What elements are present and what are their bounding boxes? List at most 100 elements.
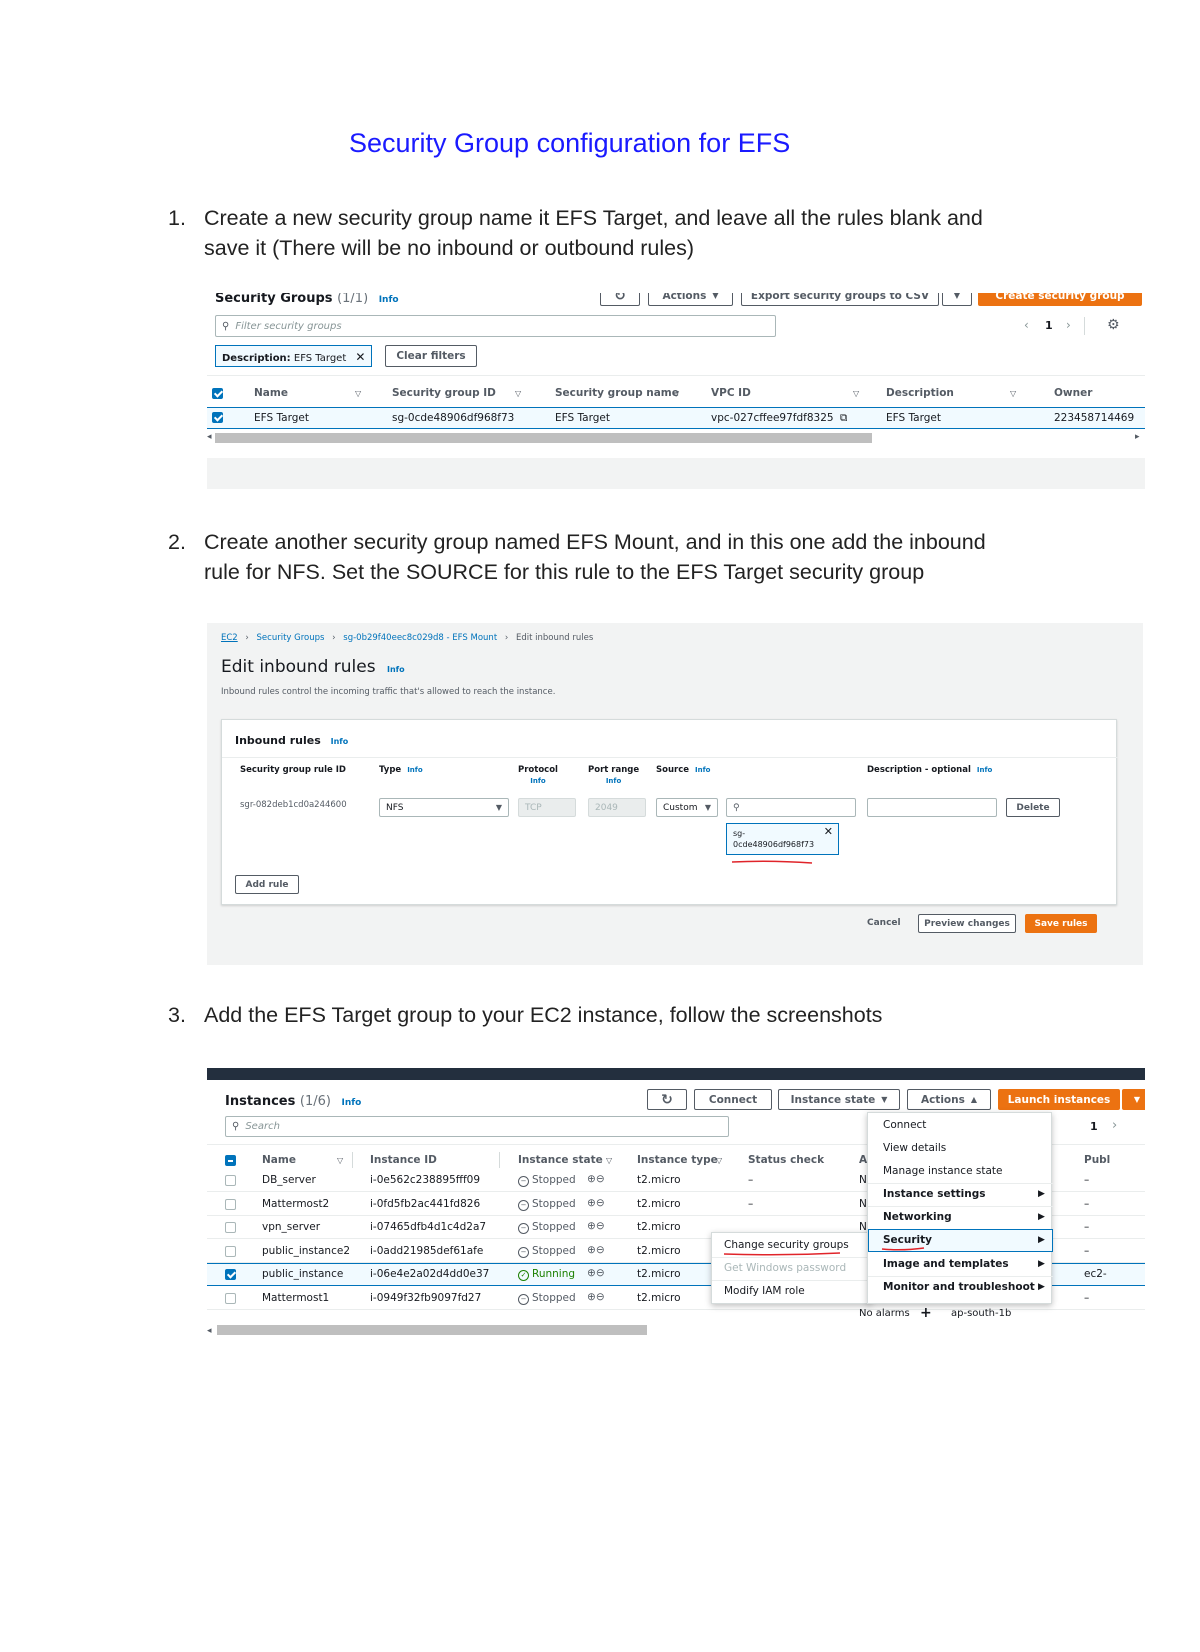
col-header-owner[interactable]: Owner bbox=[1054, 387, 1092, 399]
instance-state-button[interactable]: Instance state ▼ bbox=[778, 1089, 900, 1110]
row-checkbox[interactable] bbox=[225, 1222, 236, 1233]
zoom-in-icon[interactable]: ⊕ bbox=[587, 1291, 596, 1303]
menu-item-view-details[interactable]: View details bbox=[883, 1142, 946, 1154]
preview-changes-button[interactable]: Preview changes bbox=[918, 914, 1016, 933]
row-checkbox[interactable] bbox=[225, 1246, 236, 1257]
col-header-sg-id[interactable]: Security group ID bbox=[392, 387, 496, 399]
row-checkbox[interactable] bbox=[225, 1199, 236, 1210]
col-header-instance-id[interactable]: Instance ID bbox=[370, 1154, 437, 1166]
cell-sg-id-link[interactable]: sg-0cde48906df968f73 bbox=[392, 412, 514, 424]
scroll-left-icon[interactable]: ◂ bbox=[207, 432, 212, 442]
select-all-checkbox[interactable] bbox=[225, 1155, 236, 1166]
row-checkbox[interactable] bbox=[225, 1269, 236, 1280]
col-header-name[interactable]: Name bbox=[262, 1154, 296, 1166]
zoom-in-icon[interactable]: ⊕ bbox=[587, 1197, 596, 1209]
menu-item-manage-instance-state[interactable]: Manage instance state bbox=[883, 1165, 1002, 1177]
export-dropdown-button[interactable]: ▼ bbox=[942, 293, 972, 306]
zoom-out-icon[interactable]: ⊖ bbox=[596, 1197, 605, 1209]
zoom-out-icon[interactable]: ⊖ bbox=[596, 1267, 605, 1279]
sort-icon[interactable]: ▽ bbox=[606, 1156, 612, 1165]
zoom-icons[interactable]: ⊕⊖ bbox=[587, 1197, 605, 1209]
settings-gear-icon[interactable]: ⚙ bbox=[1107, 317, 1120, 333]
actions-button[interactable]: Actions ▲ bbox=[907, 1089, 991, 1110]
export-csv-button[interactable]: Export security groups to CSV bbox=[741, 293, 939, 306]
menu-item-modify-iam-role[interactable]: Modify IAM role bbox=[724, 1285, 805, 1297]
menu-item-image-and-templates[interactable]: Image and templates bbox=[883, 1258, 1009, 1270]
zoom-icons[interactable]: ⊕⊖ bbox=[587, 1220, 605, 1232]
cell-vpc-id-link[interactable]: vpc-027cffee97fdf8325 ⧉ bbox=[711, 412, 847, 425]
info-link[interactable]: Info bbox=[341, 1098, 361, 1108]
remove-filter-icon[interactable]: ✕ bbox=[355, 350, 365, 364]
zoom-in-icon[interactable]: ⊕ bbox=[587, 1244, 596, 1256]
info-link[interactable]: Info bbox=[977, 766, 992, 774]
col-header-sg-name[interactable]: Security group name bbox=[555, 387, 679, 399]
sort-icon[interactable]: ▽ bbox=[853, 389, 859, 398]
cell-instance-id-link[interactable]: i-0949f32fb9097fd27 bbox=[370, 1292, 481, 1304]
refresh-button[interactable]: ↻ bbox=[600, 293, 640, 306]
cancel-link[interactable]: Cancel bbox=[867, 918, 901, 928]
cell-instance-id-link[interactable]: i-0fd5fb2ac441fd826 bbox=[370, 1198, 480, 1210]
zoom-out-icon[interactable]: ⊖ bbox=[596, 1220, 605, 1232]
zoom-out-icon[interactable]: ⊖ bbox=[596, 1173, 605, 1185]
prev-page-icon[interactable]: ‹ bbox=[1024, 318, 1029, 332]
breadcrumb-sg[interactable]: sg-0b29f40eec8c029d8 - EFS Mount bbox=[343, 633, 497, 643]
save-rules-button[interactable]: Save rules bbox=[1025, 914, 1097, 933]
zoom-in-icon[interactable]: ⊕ bbox=[587, 1267, 596, 1279]
menu-item-security[interactable]: Security bbox=[883, 1234, 932, 1246]
col-header-instance-type[interactable]: Instance type bbox=[637, 1154, 718, 1166]
zoom-icons[interactable]: ⊕⊖ bbox=[587, 1244, 605, 1256]
cell-instance-id-link[interactable]: i-06e4e2a02d4dd0e37 bbox=[370, 1268, 489, 1280]
delete-rule-button[interactable]: Delete bbox=[1006, 798, 1060, 817]
zoom-icons[interactable]: ⊕⊖ bbox=[587, 1291, 605, 1303]
zoom-icons[interactable]: ⊕⊖ bbox=[587, 1267, 605, 1279]
clear-filters-button[interactable]: Clear filters bbox=[385, 345, 477, 367]
cell-instance-id-link[interactable]: i-0add21985def61afe bbox=[370, 1245, 483, 1257]
info-link[interactable]: Info bbox=[695, 766, 710, 774]
info-link[interactable]: Info bbox=[518, 777, 558, 785]
info-link[interactable]: Info bbox=[407, 766, 422, 774]
info-link[interactable]: Info bbox=[331, 737, 349, 746]
sort-icon[interactable]: ▽ bbox=[673, 389, 679, 398]
breadcrumb-security-groups[interactable]: Security Groups bbox=[257, 633, 325, 643]
next-page-icon[interactable]: › bbox=[1112, 1118, 1117, 1133]
menu-item-connect[interactable]: Connect bbox=[883, 1119, 926, 1131]
sort-icon[interactable]: ▽ bbox=[716, 1156, 722, 1165]
description-input[interactable] bbox=[867, 798, 997, 817]
source-type-select[interactable]: Custom ▼ bbox=[656, 798, 718, 817]
page-number[interactable]: 1 bbox=[1045, 319, 1053, 332]
menu-item-change-security-groups[interactable]: Change security groups bbox=[724, 1239, 849, 1251]
breadcrumb-ec2[interactable]: EC2 bbox=[221, 633, 238, 643]
menu-item-monitor-and-troubleshoot[interactable]: Monitor and troubleshoot bbox=[883, 1281, 1035, 1293]
launch-dropdown-button[interactable]: ▼ bbox=[1122, 1089, 1145, 1110]
menu-item-networking[interactable]: Networking bbox=[883, 1211, 952, 1223]
col-header-description[interactable]: Description bbox=[886, 387, 954, 399]
col-header-vpc-id[interactable]: VPC ID bbox=[711, 387, 751, 399]
actions-button[interactable]: Actions ▼ bbox=[648, 293, 733, 306]
zoom-in-icon[interactable]: ⊕ bbox=[587, 1173, 596, 1185]
table-row[interactable] bbox=[207, 407, 1145, 429]
row-checkbox[interactable] bbox=[212, 412, 223, 423]
sort-icon[interactable]: ▽ bbox=[355, 389, 361, 398]
zoom-icons[interactable]: ⊕⊖ bbox=[587, 1173, 605, 1185]
cell-instance-id-link[interactable]: i-07465dfb4d1c4d2a7 bbox=[370, 1221, 486, 1233]
source-search-input[interactable]: ⚲ bbox=[726, 798, 856, 817]
type-select[interactable]: NFS ▼ bbox=[379, 798, 509, 817]
menu-item-instance-settings[interactable]: Instance settings bbox=[883, 1188, 985, 1200]
col-header-public[interactable]: Publ bbox=[1084, 1154, 1110, 1166]
info-link[interactable]: Info bbox=[588, 777, 639, 785]
scroll-left-icon[interactable]: ◂ bbox=[207, 1326, 212, 1335]
col-header-instance-state[interactable]: Instance state bbox=[518, 1154, 603, 1166]
page-number[interactable]: 1 bbox=[1090, 1120, 1098, 1133]
zoom-out-icon[interactable]: ⊖ bbox=[596, 1244, 605, 1256]
create-security-group-button[interactable]: Create security group bbox=[978, 293, 1142, 306]
col-header-status-check[interactable]: Status check bbox=[748, 1154, 824, 1166]
refresh-button[interactable]: ↻ bbox=[647, 1089, 687, 1110]
scroll-right-icon[interactable]: ▸ bbox=[1135, 432, 1140, 442]
sort-icon[interactable]: ▽ bbox=[515, 389, 521, 398]
horizontal-scrollbar[interactable] bbox=[215, 433, 872, 443]
row-checkbox[interactable] bbox=[225, 1175, 236, 1186]
sort-icon[interactable]: ▽ bbox=[337, 1156, 343, 1165]
info-link[interactable]: Info bbox=[379, 295, 399, 305]
sort-icon[interactable]: ▽ bbox=[1010, 389, 1016, 398]
select-all-checkbox[interactable] bbox=[212, 388, 223, 399]
